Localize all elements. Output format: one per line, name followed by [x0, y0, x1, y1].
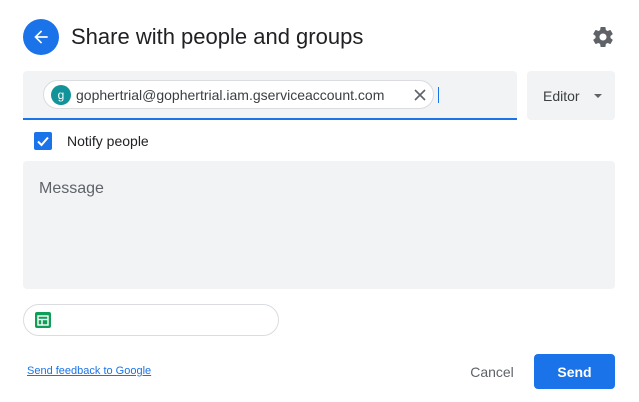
chevron-down-icon: [594, 94, 602, 98]
dialog-title: Share with people and groups: [71, 24, 364, 49]
notify-label: Notify people: [67, 133, 149, 149]
google-sheets-icon: [35, 312, 51, 328]
recipient-email: gophertrial@gophertrial.iam.gserviceacco…: [76, 86, 385, 103]
recipient-input-field[interactable]: g gophertrial@gophertrial.iam.gserviceac…: [23, 71, 517, 120]
checkmark-icon: [37, 136, 49, 147]
attachment-chip[interactable]: [23, 304, 279, 336]
remove-recipient-button[interactable]: [412, 87, 428, 103]
message-placeholder: Message: [39, 180, 104, 197]
back-button[interactable]: [23, 19, 59, 55]
gear-icon: [593, 27, 613, 47]
send-button[interactable]: Send: [534, 354, 615, 389]
notify-checkbox[interactable]: [34, 132, 52, 150]
role-selected-value: Editor: [543, 88, 580, 104]
cancel-button[interactable]: Cancel: [458, 355, 526, 389]
settings-button[interactable]: [590, 24, 616, 50]
role-dropdown[interactable]: Editor: [527, 71, 615, 120]
arrow-left-icon: [34, 30, 48, 44]
message-textarea[interactable]: Message: [23, 161, 615, 289]
share-dialog: Share with people and groups g gophertri…: [0, 0, 639, 402]
text-caret: [438, 87, 439, 103]
recipient-chip[interactable]: g gophertrial@gophertrial.iam.gserviceac…: [43, 80, 434, 109]
avatar: g: [51, 84, 71, 105]
send-feedback-link[interactable]: Send feedback to Google: [27, 365, 151, 377]
close-icon: [414, 89, 426, 101]
